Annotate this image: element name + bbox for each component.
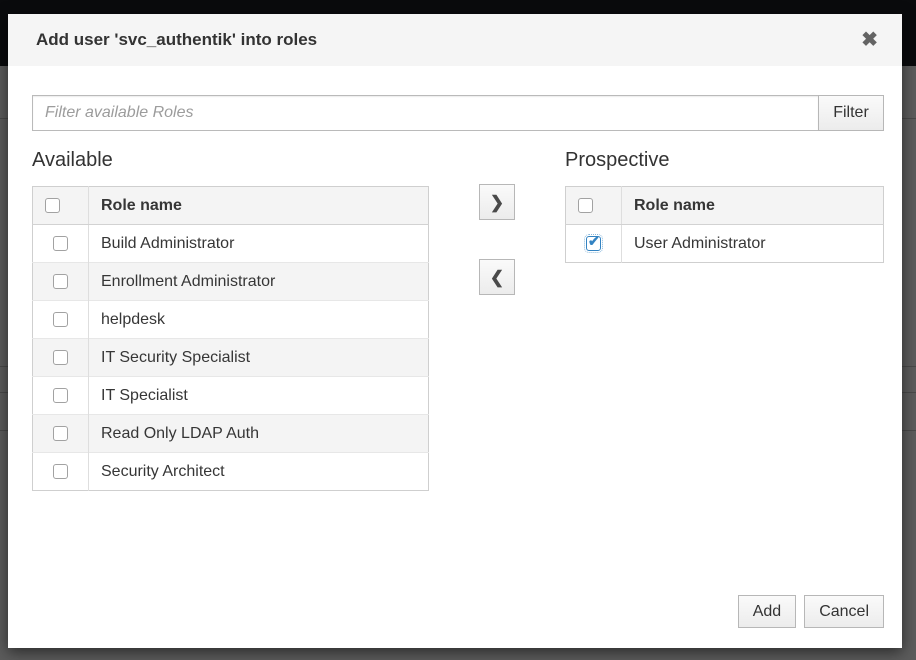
table-row: Security Architect (33, 453, 429, 491)
row-checkbox[interactable] (53, 274, 68, 289)
transfer-buttons: ❯ ❮ (429, 147, 565, 295)
prospective-section: Prospective Role name User Administrator (565, 147, 884, 263)
row-checkbox[interactable] (53, 426, 68, 441)
select-all-checkbox[interactable] (45, 198, 60, 213)
role-name-cell: IT Specialist (89, 377, 429, 415)
table-row: User Administrator (566, 225, 884, 263)
move-left-button[interactable]: ❮ (479, 259, 515, 295)
filter-button[interactable]: Filter (818, 95, 884, 131)
table-row: Enrollment Administrator (33, 263, 429, 301)
table-row: IT Security Specialist (33, 339, 429, 377)
dialog-body: Filter Available Role name Build Adminis… (8, 66, 902, 491)
move-right-button[interactable]: ❯ (479, 184, 515, 220)
close-icon[interactable]: ✖ (859, 28, 880, 52)
role-name-column-header: Role name (89, 187, 429, 225)
row-checkbox[interactable] (586, 236, 601, 251)
row-checkbox[interactable] (53, 350, 68, 365)
row-checkbox[interactable] (53, 312, 68, 327)
table-row: Read Only LDAP Auth (33, 415, 429, 453)
prospective-roles-table: Role name User Administrator (565, 186, 884, 263)
prospective-heading: Prospective (565, 147, 884, 173)
filter-row: Filter (32, 95, 884, 131)
available-heading: Available (32, 147, 429, 173)
adder-columns: Available Role name Build AdministratorE… (32, 147, 884, 491)
row-checkbox[interactable] (53, 464, 68, 479)
select-all-checkbox[interactable] (578, 198, 593, 213)
role-name-cell: Read Only LDAP Auth (89, 415, 429, 453)
dialog-footer: Add Cancel (738, 595, 884, 628)
row-checkbox[interactable] (53, 388, 68, 403)
table-row: Build Administrator (33, 225, 429, 263)
table-header-row: Role name (33, 187, 429, 225)
dialog-title: Add user 'svc_authentik' into roles (36, 30, 859, 50)
table-row: IT Specialist (33, 377, 429, 415)
row-checkbox[interactable] (53, 236, 68, 251)
role-name-cell: helpdesk (89, 301, 429, 339)
table-header-row: Role name (566, 187, 884, 225)
filter-input[interactable] (32, 95, 818, 131)
role-name-cell: Security Architect (89, 453, 429, 491)
role-name-column-header: Role name (622, 187, 884, 225)
table-row: helpdesk (33, 301, 429, 339)
role-name-cell: Enrollment Administrator (89, 263, 429, 301)
dialog-header: Add user 'svc_authentik' into roles ✖ (8, 14, 902, 66)
role-name-cell: IT Security Specialist (89, 339, 429, 377)
role-name-cell: User Administrator (622, 225, 884, 263)
role-name-cell: Build Administrator (89, 225, 429, 263)
chevron-left-icon: ❮ (490, 268, 504, 287)
chevron-right-icon: ❯ (490, 193, 504, 212)
available-roles-table: Role name Build AdministratorEnrollment … (32, 186, 429, 491)
cancel-button[interactable]: Cancel (804, 595, 884, 628)
add-button[interactable]: Add (738, 595, 796, 628)
add-roles-dialog: Add user 'svc_authentik' into roles ✖ Fi… (8, 14, 902, 648)
available-section: Available Role name Build AdministratorE… (32, 147, 429, 491)
